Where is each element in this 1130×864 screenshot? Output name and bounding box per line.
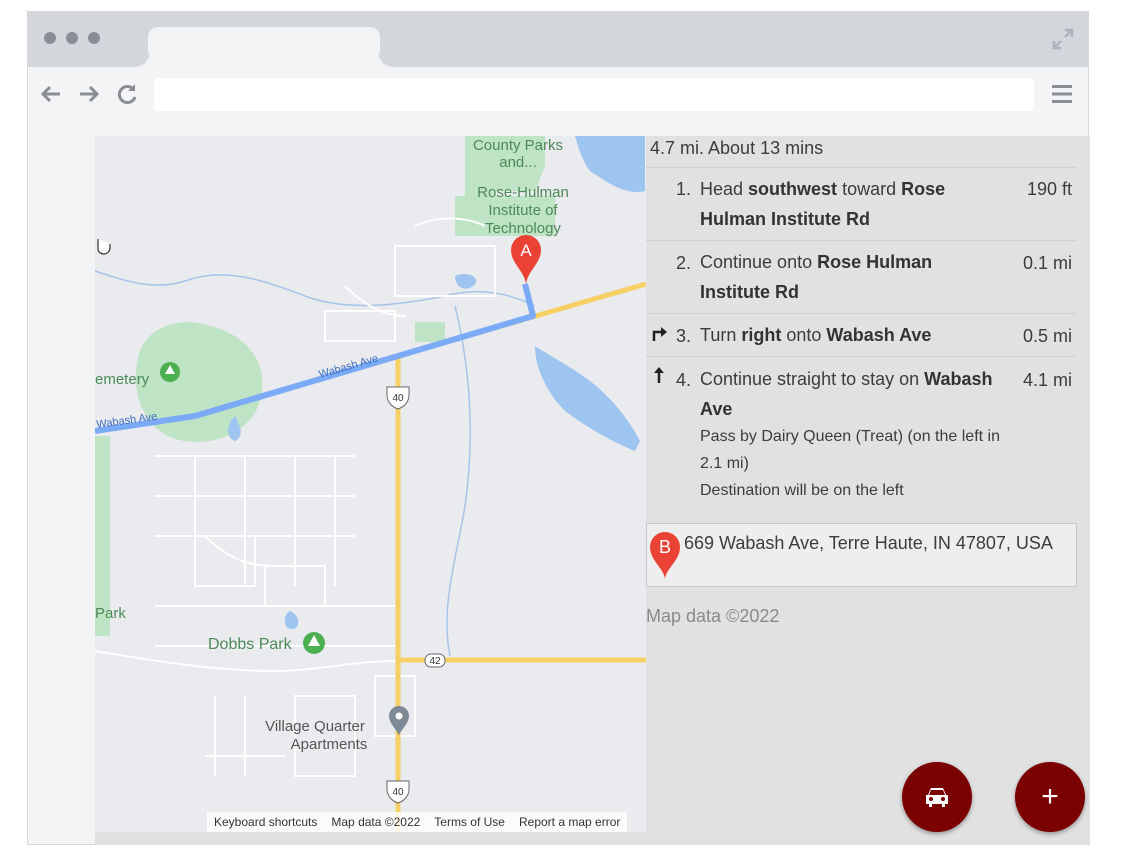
step-instruction: Turn right onto Wabash Ave bbox=[700, 325, 932, 345]
place-label-cemetery: emetery bbox=[95, 371, 150, 388]
place-label-park: Park bbox=[95, 605, 126, 622]
window-dot-icon[interactable] bbox=[44, 32, 56, 44]
marker-b-label: B bbox=[659, 537, 671, 557]
street-label: Wabash Ave bbox=[318, 352, 380, 380]
add-icon: + bbox=[1041, 780, 1059, 813]
direction-step[interactable]: 1. Head southwest toward Rose Hulman Ins… bbox=[646, 167, 1076, 241]
hamburger-menu-icon[interactable] bbox=[1052, 84, 1072, 104]
step-instruction: Continue onto Rose Hulman Institute Rd bbox=[700, 252, 933, 302]
marker-a-icon[interactable]: A bbox=[511, 235, 541, 286]
direction-step[interactable]: 2. Continue onto Rose Hulman Institute R… bbox=[646, 240, 1076, 313]
step-distance: 0.1 mi bbox=[1022, 253, 1072, 273]
window-dot-icon[interactable] bbox=[66, 32, 78, 44]
browser-tab[interactable] bbox=[136, 27, 392, 67]
browser-toolbar bbox=[28, 67, 1088, 122]
river bbox=[446, 305, 471, 657]
destination-box[interactable]: B 669 Wabash Ave, Terre Haute, IN 47807,… bbox=[646, 523, 1077, 587]
marker-a-label: A bbox=[520, 241, 532, 260]
car-mode-button[interactable] bbox=[902, 762, 972, 832]
apartment-poi-icon[interactable] bbox=[389, 706, 409, 736]
turn-right-icon bbox=[652, 327, 667, 341]
step-number: 3. bbox=[676, 326, 692, 346]
direction-step[interactable]: 4. Continue straight to stay on Wabash A… bbox=[646, 356, 1076, 511]
direction-step[interactable]: 3. Turn right onto Wabash Ave 0.5 mi bbox=[646, 313, 1076, 356]
water-area bbox=[284, 611, 299, 630]
destination-address: 669 Wabash Ave, Terre Haute, IN 47807, U… bbox=[684, 533, 1053, 553]
route-40-shield: 40 bbox=[386, 780, 410, 804]
step-note: Pass by Dairy Queen (Treat) (on the left… bbox=[700, 428, 1000, 472]
park-poi-icon[interactable] bbox=[303, 632, 325, 654]
report-map-error-link[interactable]: Report a map error bbox=[512, 815, 627, 829]
step-note: Destination will be on the left bbox=[700, 482, 904, 499]
route-42-label: 42 bbox=[429, 656, 441, 667]
step-instruction: Head southwest toward Rose Hulman Instit… bbox=[700, 179, 946, 229]
step-instruction: Continue straight to stay on Wabash Ave bbox=[700, 369, 993, 419]
route-40-shield: 40 bbox=[386, 386, 410, 410]
step-number: 2. bbox=[676, 253, 692, 273]
terms-of-use-link[interactable]: Terms of Use bbox=[427, 815, 512, 829]
water-area bbox=[535, 346, 640, 451]
add-button[interactable]: + bbox=[1015, 762, 1085, 832]
url-input[interactable] bbox=[154, 78, 1034, 111]
local-roads bbox=[95, 217, 496, 777]
step-distance: 4.1 mi bbox=[1022, 370, 1072, 390]
hand-cursor-icon bbox=[97, 239, 111, 255]
car-icon bbox=[926, 788, 948, 807]
browser-window: 40 40 42 Wabash Ave Wabash Ave County Pa… bbox=[27, 11, 1090, 845]
window-dot-icon[interactable] bbox=[88, 32, 100, 44]
water-area bbox=[455, 273, 476, 289]
straight-arrow-icon bbox=[654, 367, 664, 383]
step-number: 4. bbox=[676, 370, 692, 390]
place-label-village-quarter: Village Quarter Apartments bbox=[265, 718, 367, 753]
place-label-dobbs-park: Dobbs Park bbox=[208, 636, 293, 653]
marker-b-icon: B bbox=[650, 532, 680, 580]
keyboard-shortcuts-link[interactable]: Keyboard shortcuts bbox=[207, 815, 324, 829]
cemetery-poi-icon[interactable] bbox=[160, 362, 180, 382]
route-summary: 4.7 mi. About 13 mins bbox=[650, 138, 824, 158]
map-footer: Keyboard shortcuts Map data ©2022 Terms … bbox=[207, 812, 628, 832]
forward-arrow-icon[interactable] bbox=[76, 81, 102, 107]
map-data-text: Map data ©2022 bbox=[331, 815, 421, 829]
window-controls bbox=[44, 32, 100, 44]
route-42-shield: 42 bbox=[424, 653, 446, 668]
page-content: 40 40 42 Wabash Ave Wabash Ave County Pa… bbox=[95, 136, 1090, 845]
park-area bbox=[415, 322, 445, 342]
map-credit: Map data ©2022 bbox=[646, 606, 780, 626]
map-view[interactable]: 40 40 42 Wabash Ave Wabash Ave County Pa… bbox=[95, 136, 646, 832]
route-40-label: 40 bbox=[392, 393, 404, 404]
back-arrow-icon[interactable] bbox=[38, 81, 64, 107]
reload-icon[interactable] bbox=[114, 81, 140, 107]
map-canvas[interactable]: 40 40 42 Wabash Ave Wabash Ave County Pa… bbox=[95, 136, 646, 832]
directions-panel: 4.7 mi. About 13 mins 1. Head southwest … bbox=[646, 136, 1090, 845]
step-distance: 190 ft bbox=[1026, 179, 1072, 199]
step-distance: 0.5 mi bbox=[1022, 326, 1072, 346]
step-number: 1. bbox=[676, 179, 692, 199]
water-area bbox=[575, 136, 645, 192]
place-label-rose-hulman: Rose-Hulman Institute of Technology bbox=[477, 184, 569, 237]
route-40-label: 40 bbox=[392, 787, 404, 798]
tab-bar bbox=[28, 12, 1088, 67]
expand-icon[interactable] bbox=[1052, 28, 1074, 50]
